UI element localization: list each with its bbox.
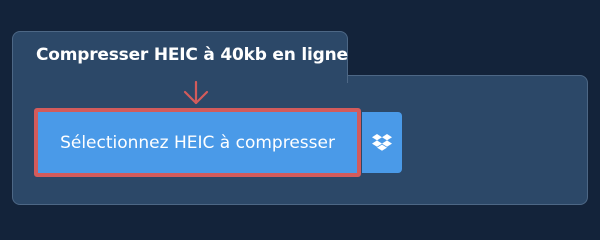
arrow-down-icon	[183, 80, 209, 105]
tab-title: Compresser HEIC à 40kb en ligne	[36, 45, 348, 65]
dropbox-button[interactable]	[362, 112, 402, 173]
select-heic-button[interactable]: Sélectionnez HEIC à compresser	[34, 108, 361, 177]
page: Compresser HEIC à 40kb en ligne Sélectio…	[0, 0, 600, 230]
tab-panel-joint	[13, 74, 347, 78]
dropbox-icon	[372, 133, 392, 151]
